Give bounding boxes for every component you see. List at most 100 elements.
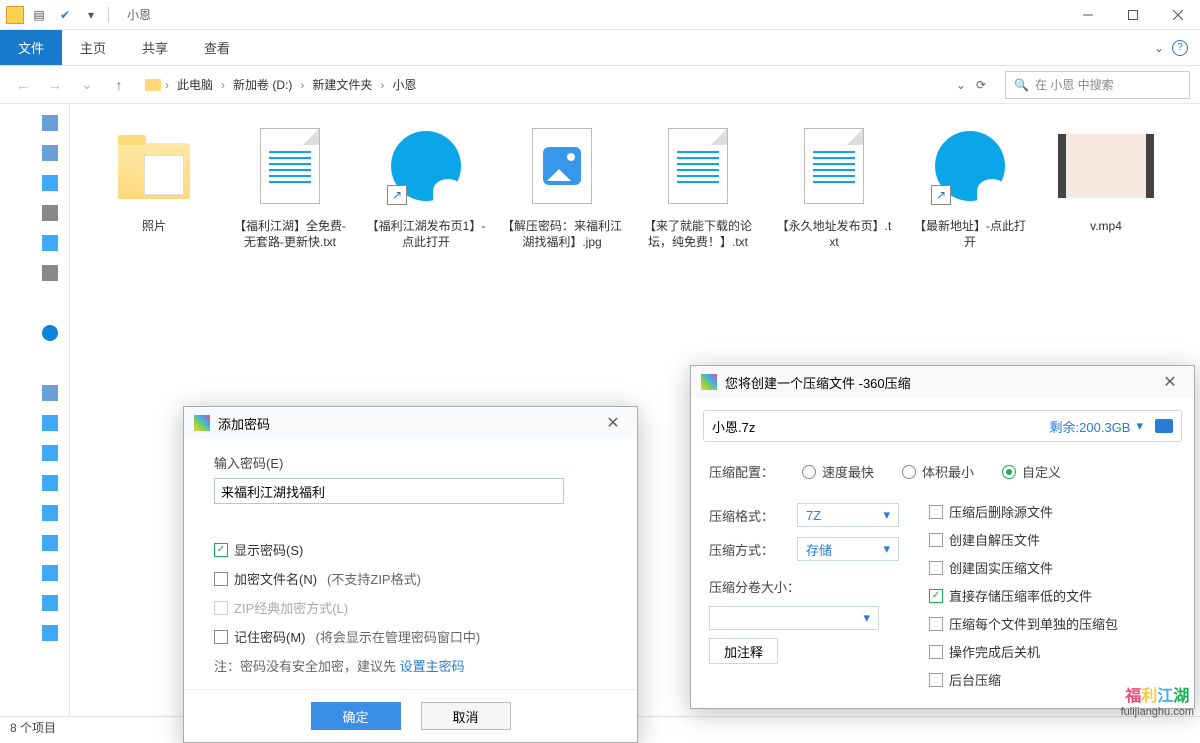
remember-password-checkbox[interactable]: 记住密码(M)(将会显示在管理密码窗口中) — [214, 627, 607, 646]
status-item-count: 8 个项目 — [10, 719, 56, 736]
search-input[interactable]: 🔍 在 小恩 中搜索 — [1005, 71, 1190, 99]
file-item[interactable]: v.mp4 — [1042, 114, 1170, 254]
up-button[interactable]: ↑ — [106, 72, 132, 98]
drive-icon — [42, 115, 58, 131]
breadcrumb-segment[interactable]: 新加卷 (D:) — [229, 74, 296, 95]
file-label: 【解压密码：来福利江湖找福利】.jpg — [502, 218, 622, 250]
minimize-button[interactable] — [1065, 0, 1110, 30]
drive-icon — [42, 145, 58, 161]
file-item[interactable]: 【永久地址发布页】.txt — [770, 114, 898, 254]
breadcrumb[interactable]: › 此电脑 › 新加卷 (D:) › 新建文件夹 › 小恩 ⌄ ⟳ — [138, 71, 999, 99]
recent-dropdown[interactable]: ⌄ — [74, 72, 100, 98]
file-item[interactable]: 【解压密码：来福利江湖找福利】.jpg — [498, 114, 626, 254]
folder-app-icon — [6, 6, 24, 24]
file-label: 【来了就能下载的论坛，纯免费！】.txt — [638, 218, 758, 250]
split-label: 压缩分卷大小： — [709, 577, 800, 596]
qat-check-icon[interactable]: ✔ — [54, 4, 76, 26]
zip-classic-checkbox: ZIP经典加密方式(L) — [214, 598, 607, 617]
compress-config-row: 压缩配置： 速度最快 体积最小 自定义 — [691, 454, 1194, 489]
chevron-right-icon[interactable]: › — [219, 78, 227, 92]
documents-icon — [42, 505, 58, 521]
txt-icon — [650, 118, 746, 214]
tab-home[interactable]: 主页 — [62, 30, 124, 65]
file-item[interactable]: ↗【最新地址】-点此打开 — [906, 114, 1034, 254]
add-comment-button[interactable]: 加注释 — [709, 638, 778, 664]
drive-icon — [42, 205, 58, 221]
set-master-password-link[interactable]: 设置主密码 — [400, 659, 465, 674]
file-item[interactable]: 照片 — [90, 114, 218, 254]
file-item[interactable]: 【福利江湖】全免费-无套路-更新快.txt — [226, 114, 354, 254]
breadcrumb-segment[interactable]: 小恩 — [388, 74, 420, 95]
close-icon[interactable]: ✕ — [599, 409, 627, 437]
music-icon — [42, 565, 58, 581]
chk-delete-source[interactable]: 压缩后删除源文件 — [929, 502, 1176, 521]
onedrive-icon — [42, 325, 58, 341]
archive-filename-input[interactable]: 小恩.7z 剩余:200.3GB ▾ — [703, 410, 1182, 442]
cancel-button[interactable]: 取消 — [421, 702, 511, 730]
radio-custom[interactable]: 自定义 — [1002, 462, 1061, 481]
chk-store-low[interactable]: ✓直接存储压缩率低的文件 — [929, 586, 1176, 605]
gallery-icon — [42, 235, 58, 251]
windows-icon — [42, 625, 58, 641]
app-icon — [194, 415, 210, 431]
folder-icon — [42, 175, 58, 191]
tab-file[interactable]: 文件 — [0, 30, 62, 65]
video-icon — [42, 445, 58, 461]
add-password-dialog: 添加密码 ✕ 输入密码(E) 来福利江湖找福利 ✓显示密码(S) 加密文件名(N… — [183, 406, 638, 743]
radio-size[interactable]: 体积最小 — [902, 462, 974, 481]
password-input[interactable]: 来福利江湖找福利 — [214, 478, 564, 504]
file-label: 【永久地址发布页】.txt — [774, 218, 894, 250]
chevron-down-icon: ▾ — [863, 610, 870, 626]
pictures-icon — [42, 475, 58, 491]
chevron-right-icon[interactable]: › — [163, 78, 171, 92]
address-dropdown-icon[interactable]: ⌄ — [956, 78, 966, 92]
qat-properties-icon[interactable]: ▤ — [28, 4, 50, 26]
chk-shutdown[interactable]: 操作完成后关机 — [929, 642, 1176, 661]
close-button[interactable] — [1155, 0, 1200, 30]
file-label: v.mp4 — [1090, 218, 1122, 234]
browse-folder-icon[interactable] — [1155, 419, 1173, 433]
file-item[interactable]: ↗【福利江湖发布页1】-点此打开 — [362, 114, 490, 254]
help-icon[interactable]: ? — [1172, 40, 1188, 56]
show-password-checkbox[interactable]: ✓显示密码(S) — [214, 540, 607, 559]
format-combo[interactable]: 7Z▾ — [797, 503, 899, 527]
chevron-down-icon: ▾ — [883, 507, 890, 523]
ok-button[interactable]: 确定 — [311, 702, 401, 730]
breadcrumb-segment[interactable]: 此电脑 — [173, 74, 217, 95]
quick-access-toolbar: ▤ ✔ ▾ — [0, 4, 117, 26]
chevron-right-icon[interactable]: › — [378, 78, 386, 92]
tab-view[interactable]: 查看 — [186, 30, 248, 65]
chk-solid[interactable]: 创建固实压缩文件 — [929, 558, 1176, 577]
chk-sfx[interactable]: 创建自解压文件 — [929, 530, 1176, 549]
format-label: 压缩格式： — [709, 506, 787, 525]
address-right-controls: ⌄ ⟳ — [956, 78, 992, 92]
chevron-down-icon[interactable]: ▾ — [1136, 418, 1143, 434]
chevron-right-icon[interactable]: › — [298, 78, 306, 92]
breadcrumb-segment[interactable]: 新建文件夹 — [308, 74, 376, 95]
file-label: 照片 — [142, 218, 166, 234]
object3d-icon — [42, 415, 58, 431]
forward-button[interactable]: → — [42, 72, 68, 98]
refresh-icon[interactable]: ⟳ — [976, 78, 986, 92]
qat-dropdown-icon[interactable]: ▾ — [80, 4, 102, 26]
chk-each-file[interactable]: 压缩每个文件到单独的压缩包 — [929, 614, 1176, 633]
split-size-combo[interactable]: ▾ — [709, 606, 879, 630]
remaining-space: 剩余:200.3GB ▾ — [1050, 417, 1173, 436]
back-button[interactable]: ← — [10, 72, 36, 98]
radio-speed[interactable]: 速度最快 — [802, 462, 874, 481]
expand-ribbon-icon[interactable]: ⌄ — [1154, 41, 1164, 55]
chevron-down-icon: ▾ — [883, 541, 890, 557]
qat-separator — [108, 7, 109, 23]
app-icon — [701, 374, 717, 390]
window-controls — [1065, 0, 1200, 30]
search-icon: 🔍 — [1014, 78, 1029, 92]
password-input-label: 输入密码(E) — [214, 453, 607, 472]
method-combo[interactable]: 存储▾ — [797, 537, 899, 561]
encrypt-filenames-checkbox[interactable]: 加密文件名(N)(不支持ZIP格式) — [214, 569, 607, 588]
tab-share[interactable]: 共享 — [124, 30, 186, 65]
title-bar: ▤ ✔ ▾ 小恩 — [0, 0, 1200, 30]
navigation-pane[interactable] — [0, 104, 70, 716]
maximize-button[interactable] — [1110, 0, 1155, 30]
close-icon[interactable]: ✕ — [1156, 368, 1184, 396]
file-item[interactable]: 【来了就能下载的论坛，纯免费！】.txt — [634, 114, 762, 254]
